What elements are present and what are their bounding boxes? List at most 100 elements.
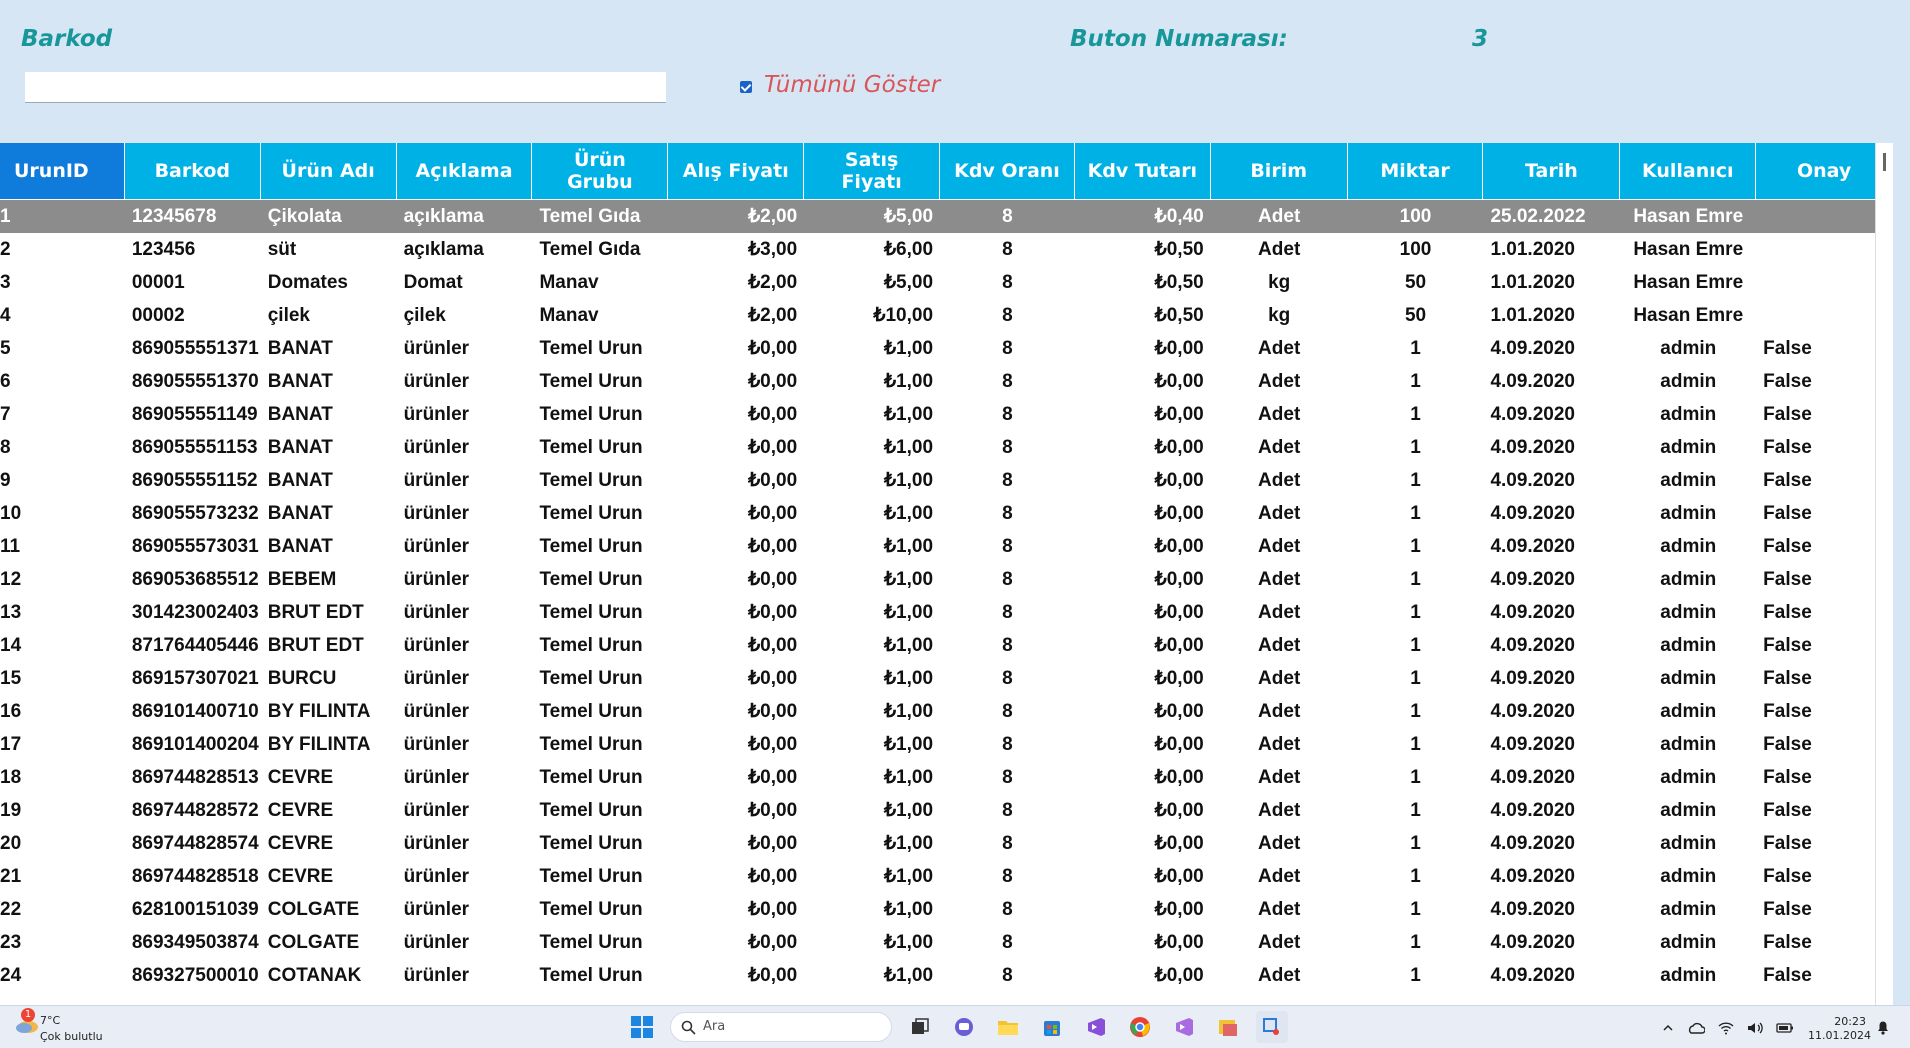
cell-alis-fiyati[interactable]: ₺0,00 — [668, 431, 804, 464]
cell-aciklama[interactable]: ürünler — [397, 893, 533, 926]
cell-urun-grubu[interactable]: Temel Urun — [532, 728, 668, 761]
cell-onay[interactable]: False — [1756, 596, 1893, 629]
tumunu-goster-label[interactable]: Tümünü Göster — [764, 72, 940, 98]
cell-aciklama[interactable]: ürünler — [397, 530, 533, 563]
cell-alis-fiyati[interactable]: ₺0,00 — [668, 398, 804, 431]
cell-kdv-orani[interactable]: 8 — [940, 398, 1075, 431]
cell-aciklama[interactable]: ürünler — [397, 497, 533, 530]
cell-barkod[interactable]: 00001 — [125, 266, 261, 299]
cell-urun-id[interactable]: 13 — [0, 596, 125, 629]
cell-satis-fiyati[interactable]: ₺1,00 — [804, 563, 940, 596]
cell-kdv-orani[interactable]: 8 — [940, 926, 1075, 959]
cell-barkod[interactable]: 869055551370 — [125, 365, 261, 398]
table-row[interactable]: 12 869053685512 BEBEM ürünler Temel Urun ₺0,0… — [0, 563, 1893, 596]
cell-barkod[interactable]: 869055551152 — [125, 464, 261, 497]
cell-kullanici[interactable]: admin — [1620, 893, 1756, 926]
cell-aciklama[interactable]: ürünler — [397, 761, 533, 794]
cell-onay[interactable]: False — [1756, 794, 1893, 827]
taskbar-search[interactable]: Ara — [670, 1012, 892, 1042]
cell-urun-grubu[interactable]: Manav — [532, 299, 668, 332]
cell-miktar[interactable]: 1 — [1348, 728, 1484, 761]
cell-kdv-tutari[interactable]: ₺0,00 — [1075, 893, 1211, 926]
cell-kdv-orani[interactable]: 8 — [940, 200, 1075, 233]
cell-urun-id[interactable]: 11 — [0, 530, 125, 563]
cell-onay[interactable]: False — [1756, 431, 1893, 464]
column-header-aciklama[interactable]: Açıklama — [396, 143, 533, 199]
visual-studio-button[interactable] — [1080, 1011, 1112, 1043]
cell-alis-fiyati[interactable]: ₺0,00 — [668, 365, 804, 398]
cell-kdv-orani[interactable]: 8 — [940, 497, 1075, 530]
cell-aciklama[interactable]: ürünler — [397, 860, 533, 893]
cell-aciklama[interactable]: ürünler — [397, 398, 533, 431]
visual-studio-2-button[interactable] — [1168, 1011, 1200, 1043]
cell-miktar[interactable]: 1 — [1348, 629, 1484, 662]
cell-tarih[interactable]: 4.09.2020 — [1483, 431, 1620, 464]
cell-barkod[interactable]: 628100151039 — [125, 893, 261, 926]
cell-miktar[interactable]: 1 — [1348, 332, 1484, 365]
table-row[interactable]: 7 869055551149 BANAT ürünler Temel Urun ₺0,00… — [0, 398, 1893, 431]
snipping-tool-button[interactable] — [1256, 1011, 1288, 1043]
cell-kdv-tutari[interactable]: ₺0,00 — [1075, 827, 1211, 860]
cell-aciklama[interactable]: açıklama — [397, 233, 533, 266]
cell-birim[interactable]: kg — [1211, 266, 1348, 299]
column-header-birim[interactable]: Birim — [1210, 143, 1348, 199]
chat-button[interactable] — [948, 1011, 980, 1043]
cell-urun-grubu[interactable]: Temel Urun — [532, 926, 668, 959]
cell-birim[interactable]: Adet — [1211, 530, 1348, 563]
cell-tarih[interactable]: 4.09.2020 — [1483, 827, 1620, 860]
cell-kdv-tutari[interactable]: ₺0,50 — [1075, 299, 1211, 332]
cell-kdv-orani[interactable]: 8 — [940, 332, 1075, 365]
cell-alis-fiyati[interactable]: ₺3,00 — [668, 233, 804, 266]
taskbar-clock[interactable]: 20:23 11.01.2024 — [1808, 1015, 1871, 1043]
table-row[interactable]: 21 869744828518 CEVRE ürünler Temel Urun ₺0,0… — [0, 860, 1893, 893]
cell-aciklama[interactable]: çilek — [397, 299, 533, 332]
cell-urun-adi[interactable]: BANAT — [261, 365, 397, 398]
cell-alis-fiyati[interactable]: ₺0,00 — [668, 695, 804, 728]
cell-alis-fiyati[interactable]: ₺0,00 — [668, 596, 804, 629]
cell-kullanici[interactable]: admin — [1620, 497, 1756, 530]
cell-tarih[interactable]: 4.09.2020 — [1483, 728, 1620, 761]
barkod-input[interactable] — [25, 72, 666, 103]
cell-birim[interactable]: Adet — [1211, 695, 1348, 728]
cell-alis-fiyati[interactable]: ₺0,00 — [668, 332, 804, 365]
cell-urun-adi[interactable]: Çikolata — [261, 200, 397, 233]
cell-urun-grubu[interactable]: Temel Urun — [532, 629, 668, 662]
cell-aciklama[interactable]: ürünler — [397, 431, 533, 464]
cell-kullanici[interactable]: admin — [1620, 629, 1756, 662]
cell-alis-fiyati[interactable]: ₺0,00 — [668, 662, 804, 695]
cell-aciklama[interactable]: ürünler — [397, 926, 533, 959]
cell-kullanici[interactable]: admin — [1620, 431, 1756, 464]
cell-tarih[interactable]: 1.01.2020 — [1483, 266, 1620, 299]
cell-alis-fiyati[interactable]: ₺0,00 — [668, 959, 804, 992]
cell-urun-grubu[interactable]: Temel Urun — [532, 431, 668, 464]
cell-onay[interactable]: False — [1756, 728, 1893, 761]
cell-onay[interactable]: False — [1756, 398, 1893, 431]
cell-onay[interactable]: False — [1756, 464, 1893, 497]
cell-urun-id[interactable]: 2 — [0, 233, 125, 266]
cell-kdv-orani[interactable]: 8 — [940, 860, 1075, 893]
cell-kullanici[interactable]: admin — [1620, 398, 1756, 431]
store-button[interactable] — [1036, 1011, 1068, 1043]
cell-onay[interactable] — [1756, 200, 1893, 233]
cell-urun-grubu[interactable]: Temel Urun — [532, 860, 668, 893]
cell-kdv-tutari[interactable]: ₺0,00 — [1075, 398, 1211, 431]
cell-alis-fiyati[interactable]: ₺0,00 — [668, 563, 804, 596]
cell-kdv-orani[interactable]: 8 — [940, 365, 1075, 398]
cell-alis-fiyati[interactable]: ₺0,00 — [668, 794, 804, 827]
cell-tarih[interactable]: 4.09.2020 — [1483, 761, 1620, 794]
table-row[interactable]: 3 00001 Domates Domat Manav ₺2,00 ₺5,00 8 ₺0,50 k… — [0, 266, 1893, 299]
cell-urun-grubu[interactable]: Temel Gıda — [532, 233, 668, 266]
cell-kullanici[interactable]: admin — [1620, 662, 1756, 695]
cell-alis-fiyati[interactable]: ₺0,00 — [668, 464, 804, 497]
cell-urun-adi[interactable]: BANAT — [261, 530, 397, 563]
cell-birim[interactable]: Adet — [1211, 629, 1348, 662]
cell-urun-grubu[interactable]: Temel Gıda — [532, 200, 668, 233]
cell-urun-id[interactable]: 10 — [0, 497, 125, 530]
cell-satis-fiyati[interactable]: ₺1,00 — [804, 596, 940, 629]
cell-birim[interactable]: Adet — [1211, 365, 1348, 398]
cell-urun-grubu[interactable]: Temel Urun — [532, 761, 668, 794]
table-row[interactable]: 22 628100151039 COLGATE ürünler Temel Urun ₺0… — [0, 893, 1893, 926]
column-header-kullanici[interactable]: Kullanıcı — [1620, 143, 1757, 199]
cell-onay[interactable]: False — [1756, 860, 1893, 893]
cell-miktar[interactable]: 1 — [1348, 530, 1484, 563]
